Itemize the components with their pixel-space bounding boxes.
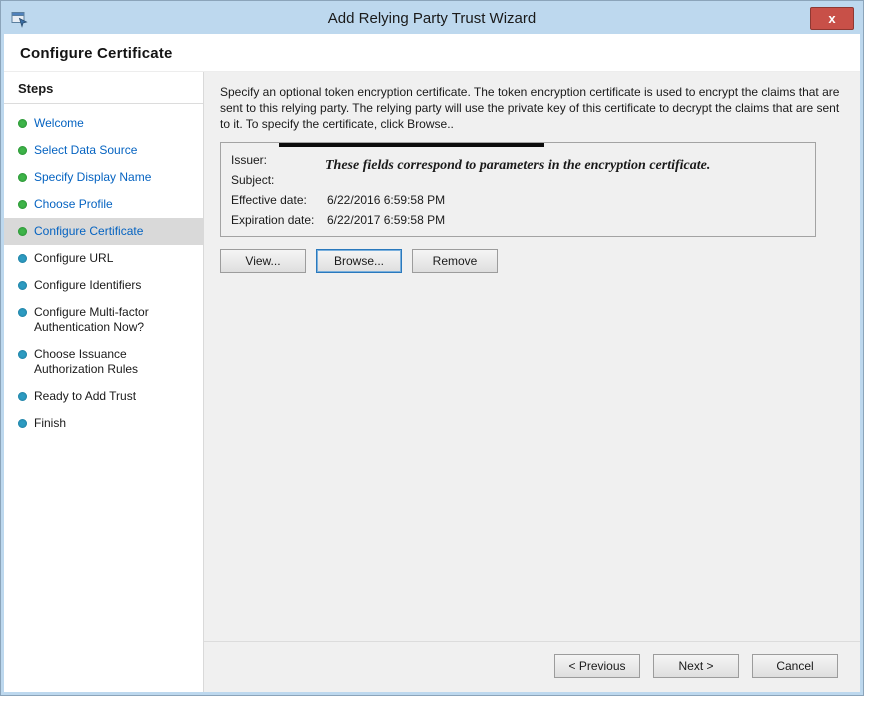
page-title: Configure Certificate [20,45,860,62]
steps-list: Welcome Select Data Source Specify Display… [4,110,203,437]
expiration-date-row: Expiration date: 6/22/2017 6:59:58 PM [231,210,805,230]
sidebar-item-choose-issuance-authorization-rules: Choose Issuance Authorization Rules [4,341,203,383]
sidebar-item-specify-display-name[interactable]: Specify Display Name [4,164,203,191]
remove-button[interactable]: Remove [412,249,498,273]
sidebar-item-finish: Finish [4,410,203,437]
certificate-details-box: These fields correspond to parameters in… [220,142,816,237]
step-label: Select Data Source [34,143,137,158]
certificate-actions: View... Browse... Remove [220,249,844,273]
step-label: Configure URL [34,251,113,266]
step-status-icon [18,308,27,317]
subject-label: Subject: [231,170,327,190]
step-label: Welcome [34,116,84,131]
sidebar-item-configure-identifiers: Configure Identifiers [4,272,203,299]
step-status-icon [18,281,27,290]
wizard-footer: < Previous Next > Cancel [204,641,860,692]
close-button[interactable]: x [810,7,854,30]
expiration-date-label: Expiration date: [231,210,327,230]
effective-date-row: Effective date: 6/22/2016 6:59:58 PM [231,190,805,210]
wizard-app-icon [11,10,29,28]
expiration-date-value: 6/22/2017 6:59:58 PM [327,210,445,230]
step-label: Configure Multi-factor Authentication No… [34,305,195,335]
content-panel: Specify an optional token encryption cer… [204,72,860,692]
step-status-icon [18,119,27,128]
step-label: Choose Profile [34,197,113,212]
steps-heading: Steps [4,72,203,104]
effective-date-value: 6/22/2016 6:59:58 PM [327,190,445,210]
step-status-icon [18,419,27,428]
browse-button[interactable]: Browse... [316,249,402,273]
step-status-icon [18,392,27,401]
previous-button[interactable]: < Previous [554,654,640,678]
step-label: Specify Display Name [34,170,151,185]
sidebar-item-configure-multi-factor-authentication-now: Configure Multi-factor Authentication No… [4,299,203,341]
step-status-icon [18,146,27,155]
window-title: Add Relying Party Trust Wizard [4,4,860,34]
view-button[interactable]: View... [220,249,306,273]
redaction-bar [279,143,544,147]
step-status-icon [18,227,27,236]
cancel-button[interactable]: Cancel [752,654,838,678]
next-button[interactable]: Next > [653,654,739,678]
step-status-icon [18,173,27,182]
sidebar-item-select-data-source[interactable]: Select Data Source [4,137,203,164]
step-label: Ready to Add Trust [34,389,136,404]
annotation-text: These fields correspond to parameters in… [325,158,805,174]
step-label: Configure Identifiers [34,278,141,293]
step-status-icon [18,350,27,359]
step-status-icon [18,254,27,263]
sidebar-item-ready-to-add-trust: Ready to Add Trust [4,383,203,410]
description-text: Specify an optional token encryption cer… [220,84,844,132]
sidebar-item-configure-url: Configure URL [4,245,203,272]
titlebar: Add Relying Party Trust Wizard x [4,4,860,34]
sidebar-item-configure-certificate[interactable]: Configure Certificate [4,218,203,245]
close-icon: x [828,11,835,26]
sidebar-item-welcome[interactable]: Welcome [4,110,203,137]
step-label: Choose Issuance Authorization Rules [34,347,195,377]
sidebar-item-choose-profile[interactable]: Choose Profile [4,191,203,218]
page-header: Configure Certificate [4,34,860,72]
effective-date-label: Effective date: [231,190,327,210]
steps-sidebar: Steps Welcome Select Data Source Specify D… [4,72,204,692]
step-label: Configure Certificate [34,224,143,239]
issuer-label: Issuer: [231,150,327,170]
step-label: Finish [34,416,66,431]
step-status-icon [18,200,27,209]
wizard-dialog: Add Relying Party Trust Wizard x Configu… [1,1,863,695]
